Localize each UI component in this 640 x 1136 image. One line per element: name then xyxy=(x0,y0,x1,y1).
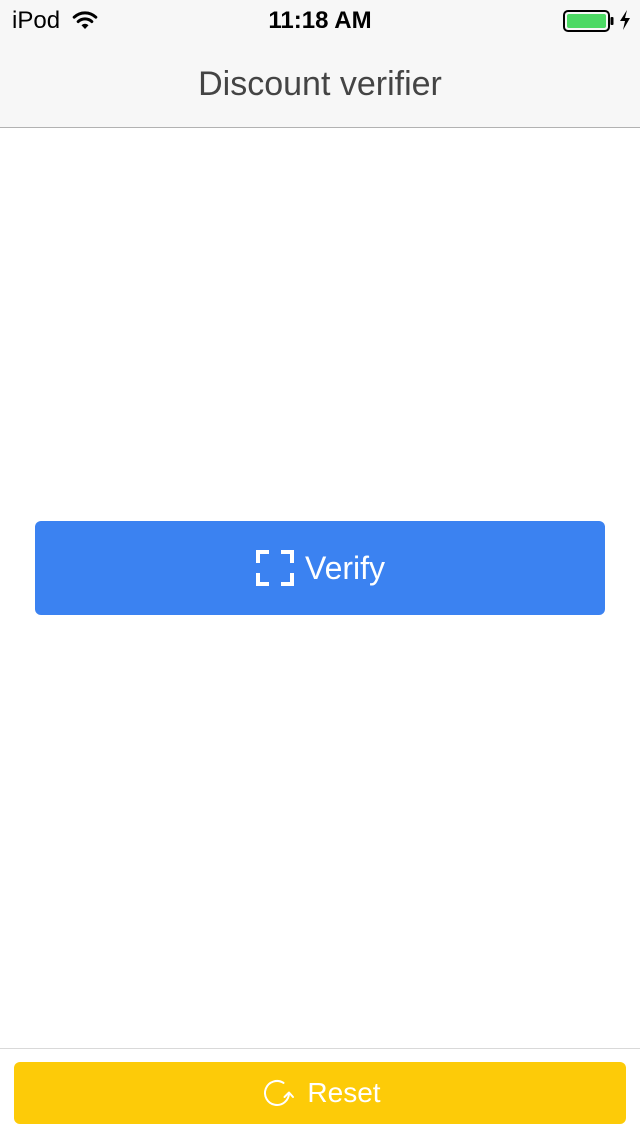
navigation-bar: Discount verifier xyxy=(0,40,640,128)
charging-bolt-icon xyxy=(618,9,632,31)
main-content: Verify xyxy=(0,128,640,1048)
battery-icon xyxy=(563,10,615,32)
reset-button-label: Reset xyxy=(307,1077,381,1108)
bottom-toolbar: Reset xyxy=(0,1048,640,1136)
scan-frame-icon xyxy=(255,549,295,587)
reset-button[interactable]: Reset xyxy=(14,1062,626,1124)
status-time: 11:18 AM xyxy=(268,7,372,34)
page-title: Discount verifier xyxy=(198,65,442,103)
verify-button-label: Verify xyxy=(304,550,386,586)
verify-button[interactable]: Verify xyxy=(35,521,605,615)
refresh-icon xyxy=(259,1075,295,1111)
app-screen: iPod 11:18 AM Discount verifier Verify R… xyxy=(0,0,640,1136)
status-bar: iPod 11:18 AM xyxy=(0,0,640,40)
